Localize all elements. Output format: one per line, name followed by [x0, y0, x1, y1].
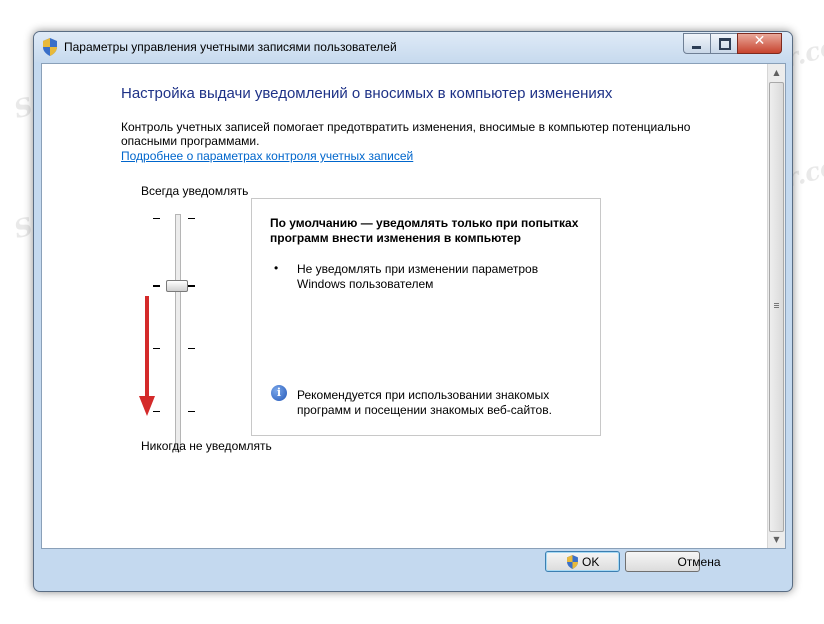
scroll-up-icon[interactable]: ▲ — [768, 64, 785, 81]
bullet-marker: • — [274, 261, 279, 275]
slider-tick — [188, 411, 195, 412]
description-text: Контроль учетных записей помогает предот… — [121, 120, 691, 148]
ok-button[interactable]: OK — [545, 551, 620, 572]
level-description-panel: По умолчанию — уведомлять только при поп… — [251, 198, 601, 436]
minimize-button[interactable] — [683, 33, 711, 54]
close-icon: ✕ — [753, 33, 766, 49]
arrow-down-icon — [139, 296, 155, 416]
recommendation-text: Рекомендуется при использовании знакомых… — [297, 388, 552, 417]
uac-shield-icon — [567, 555, 578, 569]
slider-tick — [153, 285, 160, 287]
learn-more-link[interactable]: Подробнее о параметрах контроля учетных … — [121, 149, 413, 163]
cancel-button[interactable]: Отмена — [625, 551, 721, 572]
grip-icon — [774, 303, 779, 304]
content-area: Настройка выдачи уведомлений о вносимых … — [41, 63, 786, 549]
title-bar[interactable]: Параметры управления учетными записями п… — [34, 32, 792, 62]
slider-tick — [153, 218, 160, 219]
slider-tick — [188, 348, 195, 349]
scroll-thumb[interactable] — [769, 82, 784, 532]
scroll-down-icon[interactable]: ▼ — [768, 531, 785, 548]
maximize-button[interactable] — [710, 33, 738, 54]
level-detail: Не уведомлять при изменении параметров W… — [297, 262, 539, 291]
level-title: По умолчанию — уведомлять только при поп… — [270, 216, 579, 245]
close-button[interactable]: ✕ — [737, 33, 782, 54]
slider-label-never-notify: Никогда не уведомлять — [141, 439, 272, 453]
vertical-scrollbar[interactable]: ▲ ▼ — [767, 64, 785, 548]
maximize-icon — [719, 38, 731, 50]
minimize-icon — [692, 46, 701, 49]
window-title: Параметры управления учетными записями п… — [64, 40, 397, 54]
slider-label-always-notify: Всегда уведомлять — [141, 184, 249, 198]
uac-shield-icon — [43, 38, 57, 56]
slider-tick — [188, 218, 195, 219]
notification-slider-track[interactable] — [175, 214, 181, 452]
notification-slider-thumb[interactable] — [166, 280, 188, 292]
page-heading: Настройка выдачи уведомлений о вносимых … — [121, 85, 613, 102]
info-icon: i — [271, 385, 287, 401]
slider-tick — [188, 285, 195, 287]
cancel-label: Отмена — [677, 555, 721, 569]
uac-settings-window: Параметры управления учетными записями п… — [33, 31, 793, 592]
ok-label: OK — [582, 555, 600, 569]
